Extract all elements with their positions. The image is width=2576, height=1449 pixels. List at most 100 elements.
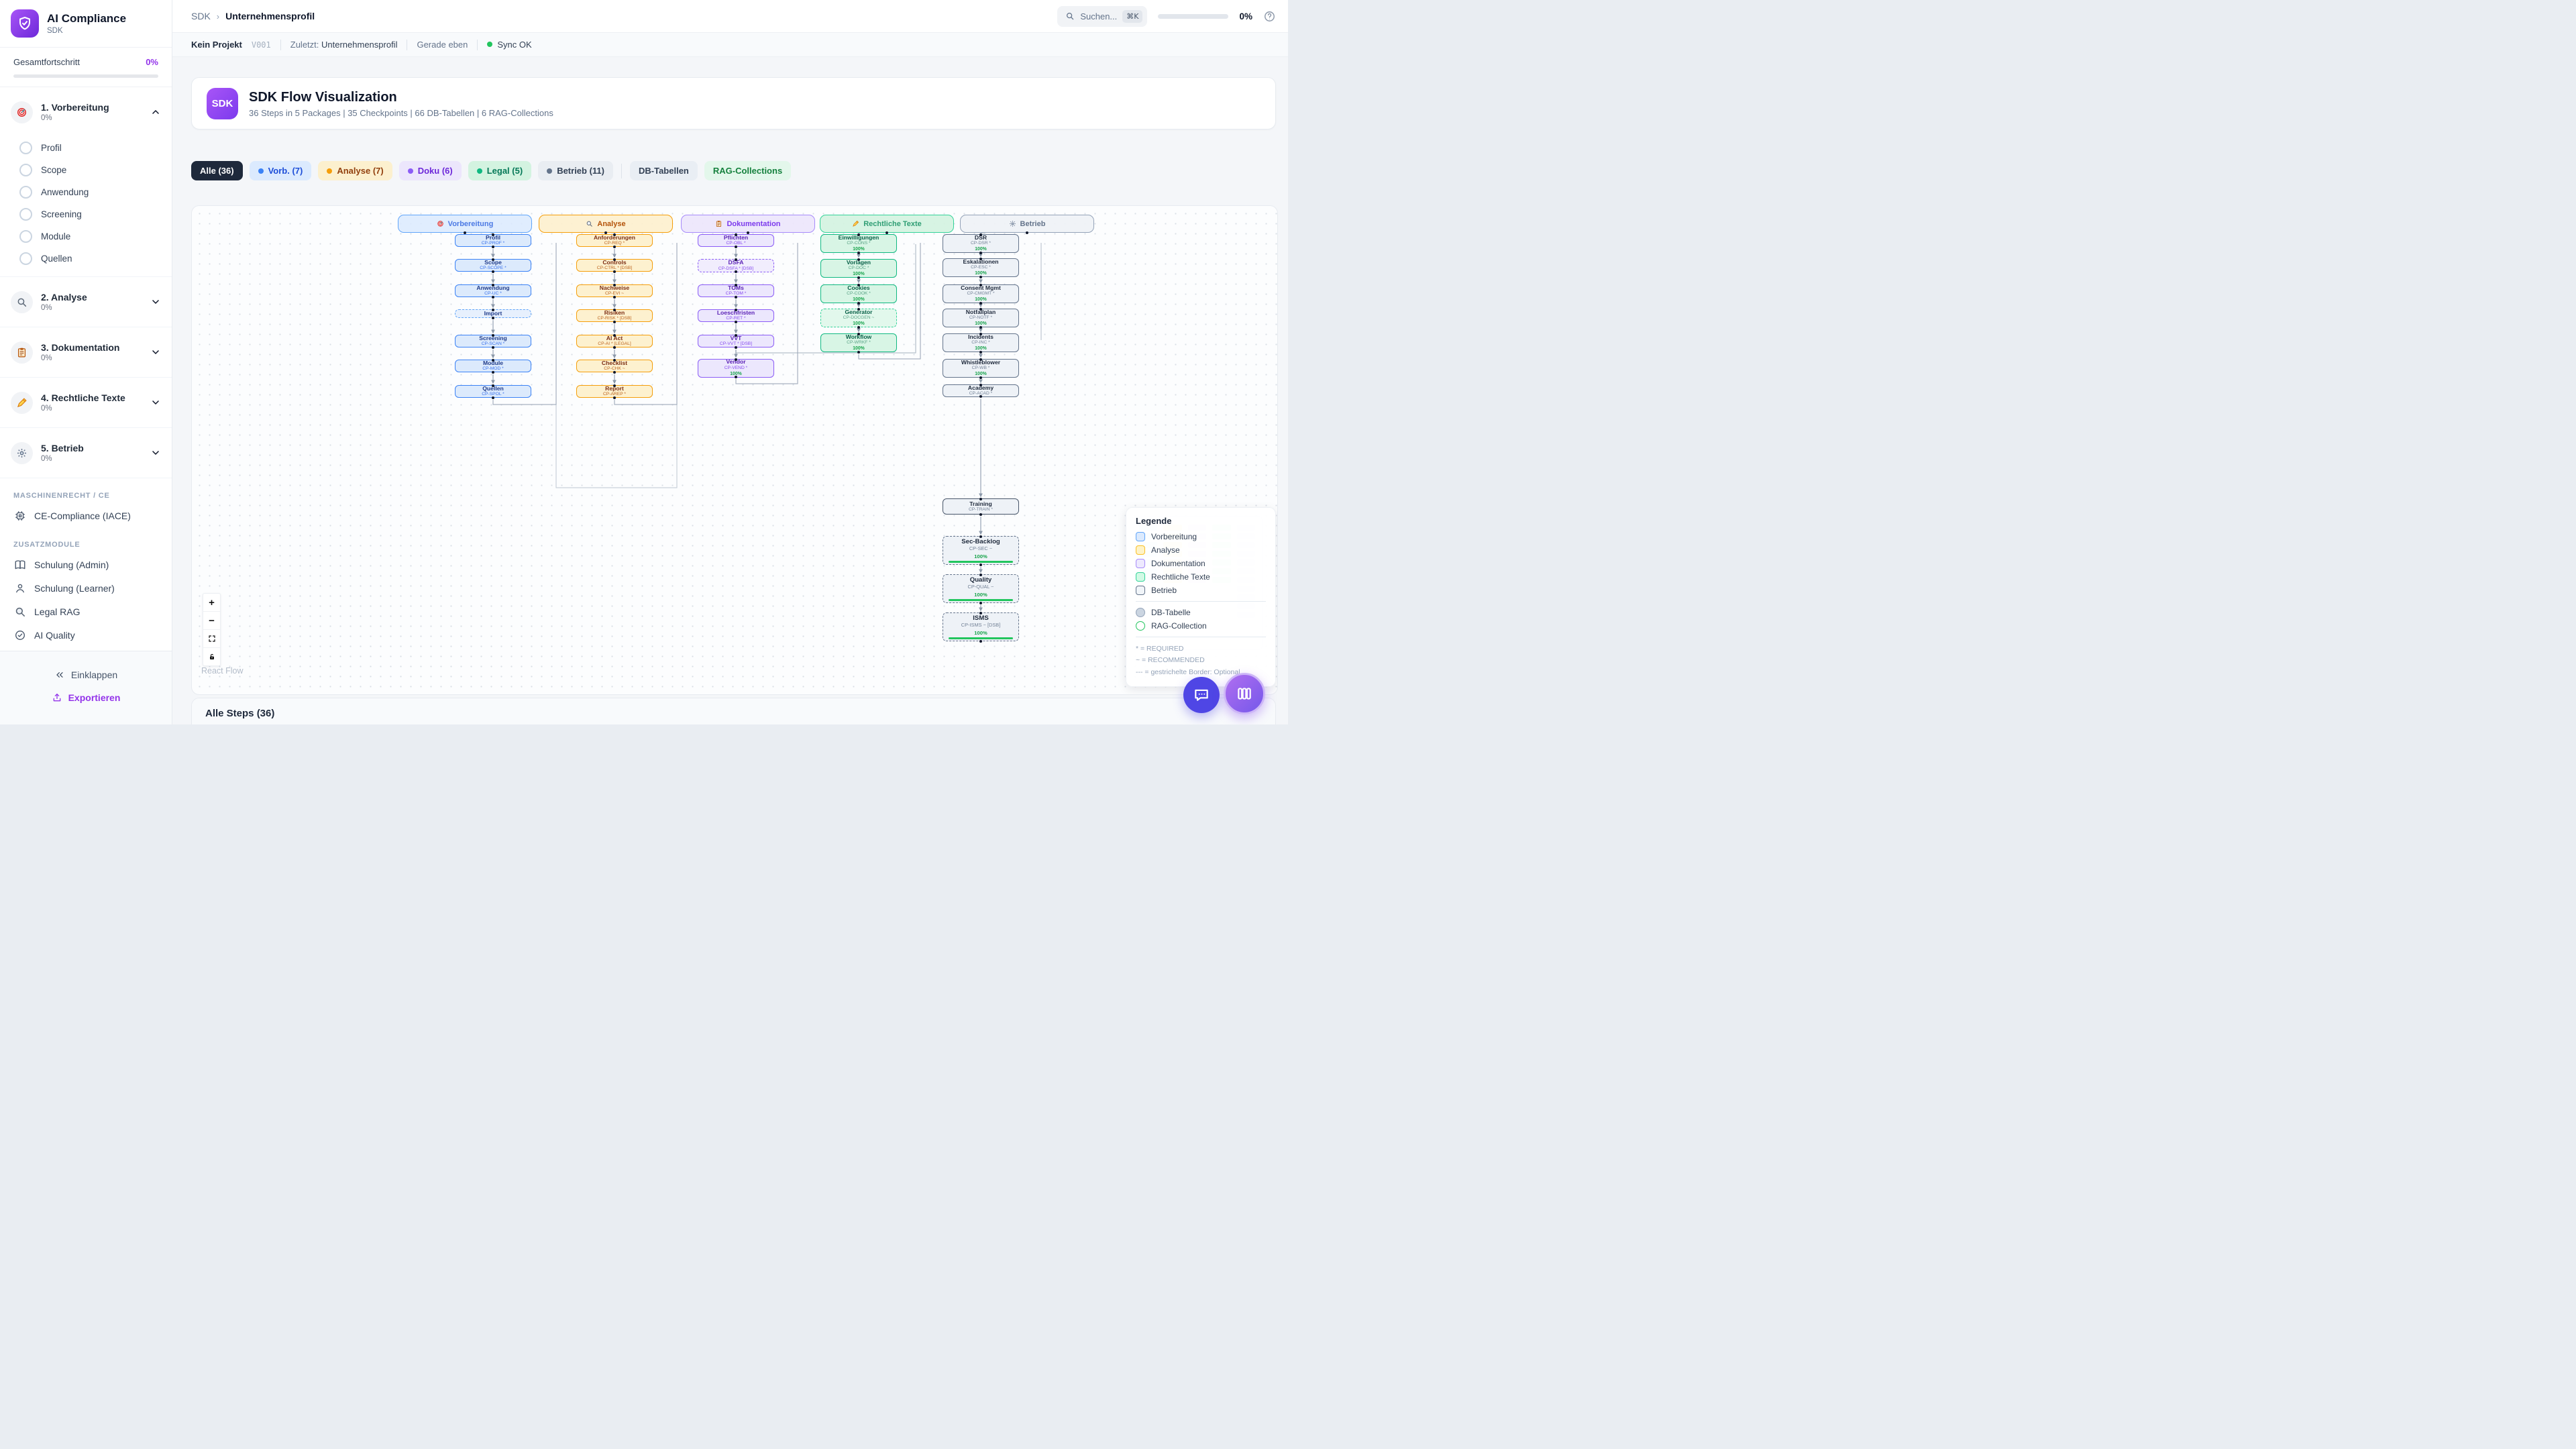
flow-node-training[interactable]: TrainingCP-TRAIN * <box>943 498 1019 515</box>
package-header-dokumentation[interactable]: Dokumentation <box>681 215 815 233</box>
flow-node-incidents[interactable]: IncidentsCP-INC *100% <box>943 333 1019 352</box>
flow-node-academy[interactable]: AcademyCP-ACAD * <box>943 384 1019 397</box>
package-header-analyse[interactable]: Analyse <box>539 215 673 233</box>
node-progress-value: 100% <box>853 271 865 277</box>
flow-node-ai-act[interactable]: AI ActCP-AI * [LEGAL] <box>576 335 653 347</box>
sidebar-item-ce-compliance-iace[interactable]: CE-Compliance (IACE) <box>0 504 172 527</box>
flow-node-screening[interactable]: ScreeningCP-SCAN * <box>455 335 531 347</box>
node-title: TOMs <box>728 284 744 291</box>
flow-node-import[interactable]: Import <box>455 309 531 318</box>
chat-fab-button[interactable] <box>1183 677 1220 713</box>
flow-node-dsr[interactable]: DSRCP-DSR *100% <box>943 234 1019 253</box>
fit-view-button[interactable] <box>203 630 220 648</box>
lock-button[interactable] <box>203 648 220 665</box>
filter-chip-analyse-7[interactable]: Analyse (7) <box>318 161 392 180</box>
phase-header-3-dokumentation[interactable]: 3. Dokumentation0% <box>0 327 172 377</box>
sidebar-item-quellen[interactable]: Quellen <box>0 248 172 270</box>
sidebar-item-legal-rag[interactable]: Legal RAG <box>0 600 172 623</box>
flow-edges <box>192 206 1277 694</box>
sidebar-item-schulung-admin[interactable]: Schulung (Admin) <box>0 553 172 576</box>
node-progress-value: 100% <box>853 321 865 327</box>
flow-node-module[interactable]: ModuleCP-MOD * <box>455 360 531 372</box>
flow-node-quellen[interactable]: QuellenCP-SPOL * <box>455 385 531 398</box>
collapse-sidebar-button[interactable]: Einklappen <box>0 663 172 686</box>
flow-node-eskalationen[interactable]: EskalationenCP-ESC *100% <box>943 258 1019 277</box>
legend-entry-db-tabelle: DB-Tabelle <box>1136 608 1266 617</box>
topbar: SDK › Unternehmensprofil Suchen... ⌘K 0% <box>172 0 1288 32</box>
flow-node-nachweise[interactable]: NachweiseCP-EVI ~ <box>576 284 653 297</box>
export-button[interactable]: Exportieren <box>0 686 172 709</box>
filter-chip-betrieb-11[interactable]: Betrieb (11) <box>538 161 613 180</box>
flow-node-workflow[interactable]: WorkflowCP-WRKF *100% <box>820 333 897 352</box>
filter-chip-rag-collections[interactable]: RAG-Collections <box>704 161 791 180</box>
flow-node-pflichten[interactable]: PflichtenCP-OBL * <box>698 234 774 247</box>
sidebar-footer: Einklappen Exportieren <box>0 651 172 724</box>
node-code: CP-SCAN * <box>482 341 505 347</box>
node-code: CP-DSR * <box>971 241 991 246</box>
flow-node-scope[interactable]: ScopeCP-SCOPE * <box>455 259 531 272</box>
breadcrumb-root[interactable]: SDK <box>191 11 211 21</box>
node-progress-value: 100% <box>974 592 987 598</box>
shield-check-icon <box>17 15 33 32</box>
flow-node-toms[interactable]: TOMsCP-TOM * <box>698 284 774 297</box>
sidebar-item-scope[interactable]: Scope <box>0 159 172 181</box>
flow-node-dsfa[interactable]: DSFACP-DSFA * [DSB] <box>698 259 774 272</box>
flow-canvas[interactable]: + − React Flow Legende VorbereitungAnaly… <box>191 205 1278 695</box>
overall-progress: Gesamtfortschritt 0% <box>0 48 172 87</box>
breadcrumb-current: Unternehmensprofil <box>225 11 315 21</box>
flow-node-anforderungen[interactable]: AnforderungenCP-REQ * <box>576 234 653 247</box>
phase-header-4-rechtliche-texte[interactable]: 4. Rechtliche Texte0% <box>0 378 172 427</box>
flow-node-loeschfristen[interactable]: LoeschfristenCP-RET * <box>698 309 774 322</box>
flow-node-generator[interactable]: GeneratorCP-DOCGEN ~100% <box>820 309 897 327</box>
flow-node-risiken[interactable]: RisikenCP-RISK * [DSB] <box>576 309 653 322</box>
flow-node-report[interactable]: ReportCP-AREP * <box>576 385 653 398</box>
flow-node-sec-backlog[interactable]: Sec-BacklogCP-SEC ~100% <box>943 536 1019 565</box>
phase-header-1-vorbereitung[interactable]: 1. Vorbereitung0% <box>0 87 172 137</box>
flow-node-quality[interactable]: QualityCP-QUAL ~100% <box>943 574 1019 603</box>
zoom-in-button[interactable]: + <box>203 594 220 612</box>
flow-node-consent-mgmt[interactable]: Consent MgmtCP-CMGMT *100% <box>943 284 1019 303</box>
flow-node-anwendung[interactable]: AnwendungCP-UC * <box>455 284 531 297</box>
all-steps-card: Alle Steps (36) <box>191 698 1276 724</box>
package-name: Analyse <box>597 220 625 228</box>
app-logo <box>11 9 39 38</box>
package-header-vorbereitung[interactable]: Vorbereitung <box>398 215 532 233</box>
legend-entry-dokumentation: Dokumentation <box>1136 559 1266 568</box>
sidebar-item-profil[interactable]: Profil <box>0 137 172 159</box>
flow-node-checklist[interactable]: ChecklistCP-CHK ~ <box>576 360 653 372</box>
upload-icon <box>52 692 62 703</box>
sidebar-item-screening[interactable]: Screening <box>0 203 172 225</box>
sidebar-item-schulung-learner[interactable]: Schulung (Learner) <box>0 576 172 600</box>
package-header-betrieb[interactable]: Betrieb <box>960 215 1094 233</box>
flow-node-vvt[interactable]: VVTCP-VVT * [DSB] <box>698 335 774 347</box>
phase-header-5-betrieb[interactable]: 5. Betrieb0% <box>0 428 172 478</box>
sidebar-item-module[interactable]: Module <box>0 225 172 248</box>
flow-node-controls[interactable]: ControlsCP-CTRL * [DSB] <box>576 259 653 272</box>
filter-chip-alle-36[interactable]: Alle (36) <box>191 161 243 180</box>
flow-node-profil[interactable]: ProfilCP-PROF * <box>455 234 531 247</box>
help-icon[interactable] <box>1263 10 1276 23</box>
flow-node-vorlagen[interactable]: VorlagenCP-DOC *100% <box>820 259 897 278</box>
search-button[interactable]: Suchen... ⌘K <box>1057 6 1147 27</box>
filter-chip-db-tabellen[interactable]: DB-Tabellen <box>630 161 698 180</box>
chip-label: Analyse (7) <box>337 166 383 176</box>
flow-node-vendor[interactable]: VendorCP-VEND *100% <box>698 359 774 378</box>
phase-percent: 0% <box>41 304 142 312</box>
node-title: Report <box>605 385 624 392</box>
flow-node-isms[interactable]: ISMSCP-ISMS ~ [DSB]100% <box>943 612 1019 641</box>
flow-node-notfallplan[interactable]: NotfallplanCP-NOTF *100% <box>943 309 1019 327</box>
filter-chip-doku-6[interactable]: Doku (6) <box>399 161 462 180</box>
overall-progress-bar <box>13 74 158 78</box>
filter-chip-vorb-7[interactable]: Vorb. (7) <box>250 161 312 180</box>
module-label: Legal RAG <box>34 606 80 617</box>
sidebar-item-ai-quality[interactable]: AI Quality <box>0 623 172 647</box>
flow-node-whistleblower[interactable]: WhistleblowerCP-WB *100% <box>943 359 1019 378</box>
zoom-out-button[interactable]: − <box>203 612 220 630</box>
phase-header-2-analyse[interactable]: 2. Analyse0% <box>0 277 172 327</box>
flow-node-einwilligungen[interactable]: EinwilligungenCP-CONS *100% <box>820 234 897 253</box>
filter-chip-legal-5[interactable]: Legal (5) <box>468 161 531 180</box>
package-header-rechtliche-texte[interactable]: Rechtliche Texte <box>820 215 954 233</box>
flow-node-cookies[interactable]: CookiesCP-COOK *100% <box>820 284 897 303</box>
sidebar-item-anwendung[interactable]: Anwendung <box>0 181 172 203</box>
columns-fab-button[interactable] <box>1224 673 1265 714</box>
